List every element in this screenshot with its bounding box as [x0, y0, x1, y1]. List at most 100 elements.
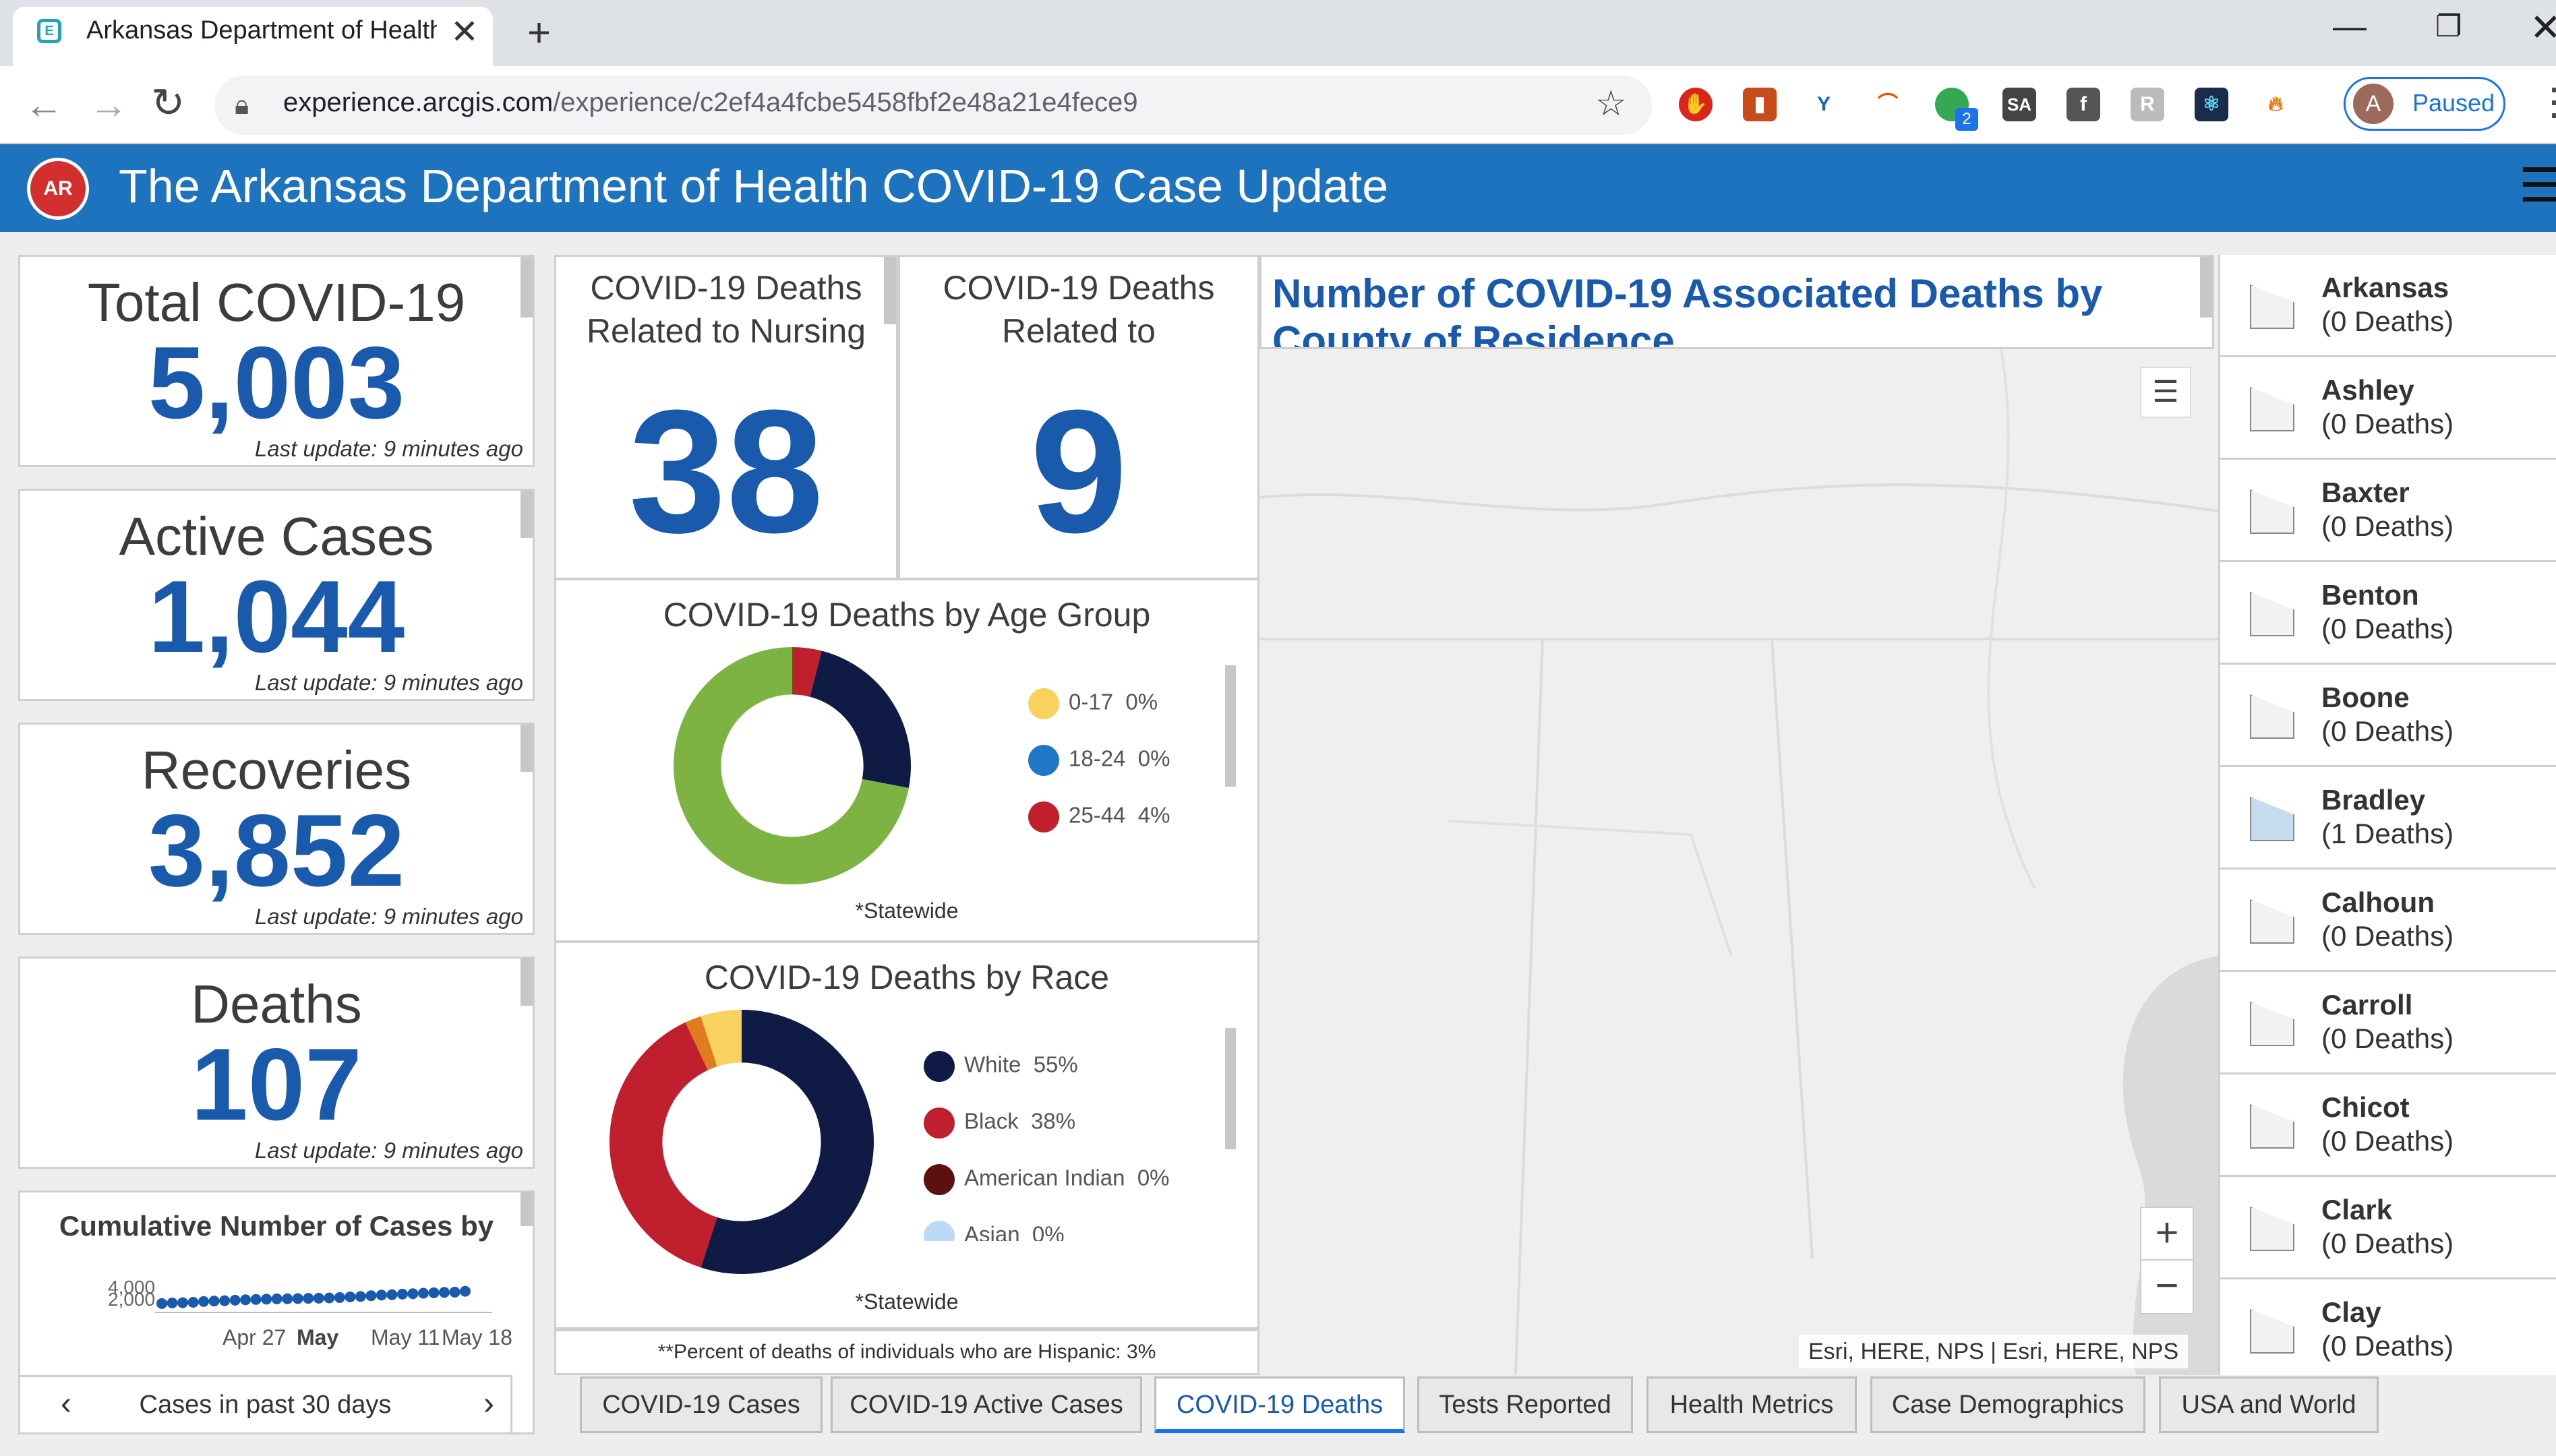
- tab-tests-reported[interactable]: Tests Reported: [1417, 1376, 1633, 1433]
- cumulative-data-point[interactable]: [208, 1296, 220, 1307]
- cumulative-data-point[interactable]: [271, 1293, 283, 1304]
- cumulative-data-point[interactable]: [292, 1293, 303, 1304]
- bookmark-star-icon[interactable]: ☆: [1595, 84, 1627, 124]
- vimium-extension-icon[interactable]: Y: [1807, 88, 1841, 121]
- county-list-item[interactable]: Clay (0 Deaths): [2220, 1279, 2556, 1375]
- county-list-item[interactable]: Benton (0 Deaths): [2220, 562, 2556, 665]
- nav-label: Cases in past 30 days: [139, 1391, 392, 1419]
- lock-icon[interactable]: 🔒︎: [235, 90, 249, 121]
- county-list-item[interactable]: Bradley (1 Deaths): [2220, 767, 2556, 870]
- legend-pct: 38%: [1031, 1108, 1076, 1134]
- cumulative-data-point[interactable]: [428, 1287, 440, 1298]
- county-list-item[interactable]: Boone (0 Deaths): [2220, 665, 2556, 767]
- facebook-extension-icon[interactable]: f: [2067, 88, 2100, 121]
- back-arrow-icon[interactable]: ←: [24, 82, 63, 127]
- county-list-item[interactable]: Carroll (0 Deaths): [2220, 972, 2556, 1074]
- arcgis-favicon-icon: E: [37, 19, 61, 43]
- sa-extension-icon[interactable]: SA: [2002, 88, 2036, 121]
- react-devtools-icon[interactable]: ⚛: [2195, 88, 2228, 121]
- rainbow-extension-icon[interactable]: ⌒: [1871, 88, 1905, 121]
- cumulative-data-point[interactable]: [250, 1294, 262, 1305]
- legend-scrollbar[interactable]: [1225, 665, 1236, 787]
- cumulative-data-point[interactable]: [345, 1292, 356, 1303]
- cumulative-data-point[interactable]: [313, 1292, 324, 1304]
- cumulative-data-point[interactable]: [261, 1294, 272, 1305]
- donut-slice-black[interactable]: [610, 1022, 717, 1268]
- cumulative-data-point[interactable]: [376, 1290, 387, 1301]
- chart-title: COVID-19 Deaths by Age Group: [663, 596, 1151, 634]
- legend-pct: 0%: [1137, 1165, 1170, 1190]
- chart-footnote: *Statewide: [855, 1290, 959, 1314]
- cumulative-data-point[interactable]: [187, 1296, 199, 1308]
- cumulative-data-point[interactable]: [386, 1289, 398, 1300]
- cumulative-data-point[interactable]: [156, 1298, 167, 1309]
- cumulative-data-point[interactable]: [229, 1294, 241, 1306]
- bookmark-extension-icon[interactable]: ▮: [1743, 88, 1777, 121]
- browser-menu-icon[interactable]: ⋮: [2535, 80, 2556, 124]
- legend-scrollbar[interactable]: [1225, 1028, 1236, 1149]
- legend-swatch: [924, 1164, 955, 1195]
- county-list-item[interactable]: Calhoun (0 Deaths): [2220, 870, 2556, 972]
- legend-pct: 0%: [1032, 1221, 1065, 1241]
- new-tab-button[interactable]: +: [527, 9, 551, 56]
- county-list-item[interactable]: Chicot (0 Deaths): [2220, 1074, 2556, 1177]
- map-title-bar: Number of COVID-19 Associated Deaths by …: [1259, 255, 2214, 349]
- x-tick-label: Apr 27: [222, 1325, 286, 1349]
- cumulative-data-point[interactable]: [417, 1287, 429, 1299]
- cumulative-data-point[interactable]: [167, 1297, 178, 1308]
- tab-usa-and-world[interactable]: USA and World: [2159, 1376, 2379, 1433]
- cumulative-data-point[interactable]: [177, 1297, 189, 1308]
- map-attribution: Esri, HERE, NPS | Esri, HERE, NPS: [1799, 1335, 2189, 1368]
- cumulative-data-point[interactable]: [460, 1285, 471, 1297]
- scrollbar[interactable]: [2200, 257, 2212, 317]
- cumulative-data-point[interactable]: [303, 1293, 314, 1304]
- county-text: Calhoun (0 Deaths): [2321, 886, 2454, 953]
- cumulative-data-point[interactable]: [282, 1293, 293, 1304]
- cumulative-data-point[interactable]: [219, 1295, 231, 1306]
- county-list-item[interactable]: Baxter (0 Deaths): [2220, 460, 2556, 562]
- tab-health-metrics[interactable]: Health Metrics: [1646, 1376, 1857, 1433]
- zoom-out-button[interactable]: −: [2141, 1261, 2193, 1313]
- donut-slice-45-64[interactable]: [810, 650, 911, 788]
- tab-covid-19-deaths[interactable]: COVID-19 Deaths: [1154, 1376, 1405, 1433]
- county-list-item[interactable]: Clark (0 Deaths): [2220, 1177, 2556, 1279]
- county-map[interactable]: ☰ + − Esri, HERE, NPS | Esri, HERE, NPS: [1259, 349, 2218, 1375]
- county-list-item[interactable]: Arkansas (0 Deaths): [2220, 255, 2556, 357]
- hamburger-menu-icon[interactable]: ☰: [2519, 158, 2556, 213]
- bottom-strip: [0, 1434, 2556, 1456]
- zoom-in-button[interactable]: +: [2141, 1208, 2193, 1261]
- cumulative-data-point[interactable]: [407, 1288, 419, 1300]
- minimize-window-icon[interactable]: —: [2333, 7, 2367, 46]
- adblock-extension-icon[interactable]: ✋: [1679, 88, 1713, 121]
- county-list-item[interactable]: Ashley (0 Deaths): [2220, 357, 2556, 460]
- restore-window-icon[interactable]: ❐: [2435, 9, 2462, 44]
- tab-covid-19-cases[interactable]: COVID-19 Cases: [580, 1376, 823, 1433]
- county-name: Clark: [2321, 1194, 2393, 1225]
- cumulative-data-point[interactable]: [324, 1292, 335, 1304]
- url-text[interactable]: experience.arcgis.com/experience/c2ef4a4…: [283, 88, 1138, 118]
- fire-extension-icon[interactable]: 🔥︎: [2259, 88, 2292, 121]
- kpi-value: 5,003: [148, 326, 405, 440]
- app-title: The Arkansas Department of Health COVID-…: [119, 160, 1389, 212]
- grey-extension-icon[interactable]: R: [2131, 88, 2164, 121]
- next-arrow-icon[interactable]: ›: [483, 1385, 494, 1422]
- cumulative-data-point[interactable]: [449, 1286, 460, 1298]
- tab-covid-19-active-cases[interactable]: COVID-19 Active Cases: [831, 1376, 1142, 1433]
- cumulative-data-point[interactable]: [396, 1288, 408, 1300]
- legend-list-icon[interactable]: ☰: [2140, 367, 2191, 418]
- cumulative-data-point[interactable]: [355, 1291, 366, 1302]
- cumulative-data-point[interactable]: [198, 1296, 210, 1307]
- avatar[interactable]: A: [2353, 84, 2394, 124]
- county-color-swatch: [2250, 899, 2294, 944]
- close-window-icon[interactable]: ✕: [2530, 5, 2556, 50]
- forward-arrow-icon[interactable]: →: [89, 82, 128, 127]
- cumulative-data-point[interactable]: [240, 1294, 251, 1306]
- cumulative-data-point[interactable]: [365, 1290, 377, 1302]
- tab-case-demographics[interactable]: Case Demographics: [1870, 1376, 2145, 1433]
- close-tab-icon[interactable]: ✕: [450, 12, 479, 51]
- legend-swatch: [924, 1221, 955, 1241]
- cumulative-data-point[interactable]: [438, 1287, 450, 1298]
- reload-icon[interactable]: ↻: [151, 80, 185, 127]
- cumulative-data-point[interactable]: [334, 1292, 345, 1303]
- profile-status[interactable]: Paused: [2412, 89, 2495, 117]
